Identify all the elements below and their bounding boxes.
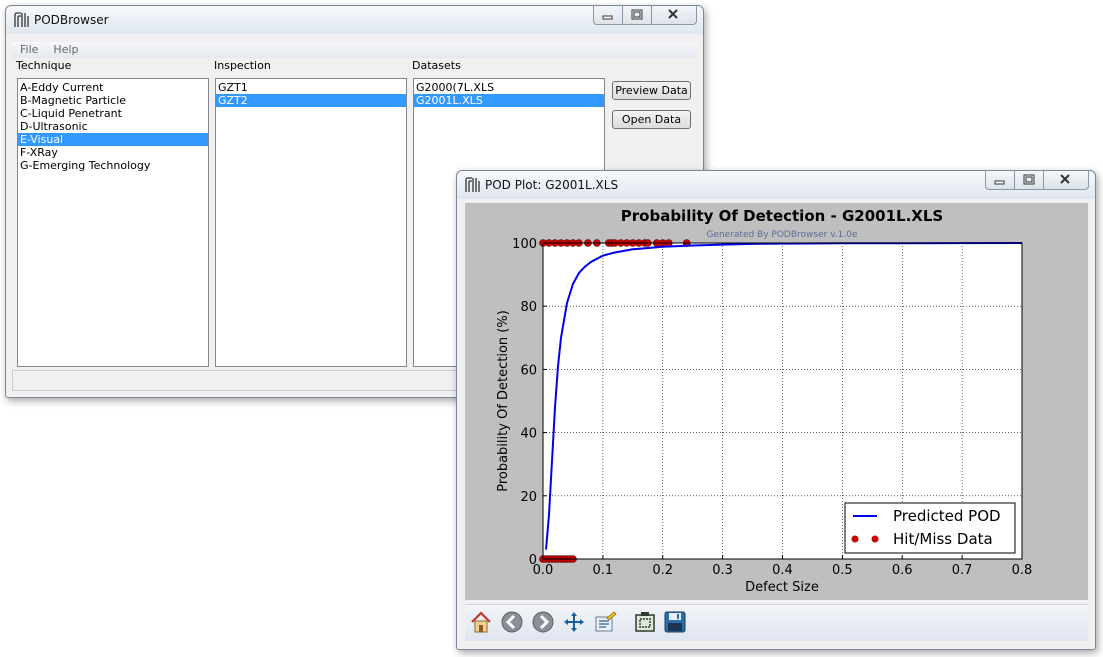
plot-canvas[interactable]: Probability Of Detection - G2001L.XLS Ge… bbox=[465, 203, 1088, 600]
x-tick-label: 0.4 bbox=[772, 563, 793, 578]
pod-plot-window: POD Plot: G2001L.XLS Probability Of Dete… bbox=[456, 170, 1096, 650]
open-data-button[interactable]: Open Data bbox=[612, 110, 691, 129]
restore-icon bbox=[1023, 174, 1035, 185]
plot-toolbar bbox=[465, 604, 1088, 641]
x-tick-label: 0.1 bbox=[593, 563, 614, 578]
technique-item-selected[interactable]: E-Visual bbox=[18, 133, 208, 146]
back-icon[interactable] bbox=[500, 610, 524, 634]
forward-icon[interactable] bbox=[531, 610, 555, 634]
app-logo-icon bbox=[14, 12, 29, 27]
technique-item[interactable]: G-Emerging Technology bbox=[18, 159, 208, 172]
restore-button[interactable] bbox=[623, 6, 652, 25]
x-tick-label: 0.6 bbox=[892, 563, 913, 578]
y-tick-label: 80 bbox=[520, 300, 537, 315]
dataset-item-selected[interactable]: G2001L.XLS bbox=[414, 94, 604, 107]
window-title: PODBrowser bbox=[34, 13, 109, 27]
x-tick-label: 0.3 bbox=[712, 563, 733, 578]
technique-item[interactable]: A-Eddy Current bbox=[18, 81, 208, 94]
close-button[interactable] bbox=[1044, 171, 1089, 190]
x-tick-label: 0.8 bbox=[1012, 563, 1033, 578]
technique-list[interactable]: A-Eddy Current B-Magnetic Particle C-Liq… bbox=[17, 78, 209, 367]
technique-item[interactable]: C-Liquid Penetrant bbox=[18, 107, 208, 120]
technique-label: Technique bbox=[16, 59, 72, 72]
y-tick-label: 20 bbox=[520, 490, 537, 505]
minimize-icon bbox=[602, 15, 613, 20]
chart-subtitle: Generated By PODBrowser v.1.0e bbox=[706, 230, 858, 240]
app-logo-icon bbox=[465, 177, 480, 192]
zoom-rect-icon[interactable] bbox=[633, 610, 657, 634]
legend-predicted-pod: Predicted POD bbox=[893, 507, 1001, 525]
subplot-config-icon[interactable] bbox=[593, 610, 617, 634]
legend-dot-swatch bbox=[871, 535, 879, 543]
y-tick-label: 100 bbox=[512, 237, 537, 252]
technique-item[interactable]: B-Magnetic Particle bbox=[18, 94, 208, 107]
menu-bar: File Help bbox=[12, 42, 697, 58]
restore-icon bbox=[631, 9, 643, 20]
minimize-icon bbox=[994, 180, 1005, 185]
legend: Predicted POD Hit/Miss Data bbox=[844, 502, 1016, 554]
plot-title-bar[interactable]: POD Plot: G2001L.XLS bbox=[457, 171, 1095, 199]
menu-file[interactable]: File bbox=[12, 42, 45, 56]
y-tick-label: 60 bbox=[520, 363, 537, 378]
legend-hit-miss: Hit/Miss Data bbox=[893, 530, 993, 548]
y-tick-label: 0 bbox=[529, 553, 537, 568]
close-icon bbox=[1060, 174, 1070, 184]
pod-chart: Probability Of Detection - G2001L.XLS Ge… bbox=[496, 207, 1033, 595]
plot-window-title: POD Plot: G2001L.XLS bbox=[485, 178, 619, 192]
close-icon bbox=[668, 9, 678, 19]
menu-help[interactable]: Help bbox=[45, 42, 85, 56]
x-tick-label: 0.2 bbox=[652, 563, 673, 578]
minimize-button[interactable] bbox=[593, 6, 623, 25]
y-tick-label: 40 bbox=[520, 427, 537, 442]
x-tick-label: 0.7 bbox=[952, 563, 973, 578]
save-icon[interactable] bbox=[663, 610, 687, 634]
inspection-list[interactable]: GZT1 GZT2 bbox=[215, 78, 407, 367]
minimize-button[interactable] bbox=[985, 171, 1015, 190]
restore-button[interactable] bbox=[1015, 171, 1044, 190]
inspection-label: Inspection bbox=[214, 59, 271, 72]
technique-item[interactable]: F-XRay bbox=[18, 146, 208, 159]
x-axis-label: Defect Size bbox=[745, 580, 819, 595]
title-bar[interactable]: PODBrowser bbox=[6, 6, 703, 34]
y-axis-ticks: 0 20 40 60 80 100 bbox=[512, 237, 547, 568]
datasets-label: Datasets bbox=[412, 59, 461, 72]
preview-data-button[interactable]: Preview Data bbox=[612, 81, 691, 100]
technique-item[interactable]: D-Ultrasonic bbox=[18, 120, 208, 133]
chart-title: Probability Of Detection - G2001L.XLS bbox=[621, 207, 943, 225]
close-button[interactable] bbox=[652, 6, 697, 25]
x-tick-label: 0.5 bbox=[832, 563, 853, 578]
legend-dot-swatch bbox=[851, 535, 859, 543]
home-icon[interactable] bbox=[469, 610, 493, 634]
dataset-item[interactable]: G2000(7L.XLS bbox=[414, 81, 604, 94]
inspection-item-selected[interactable]: GZT2 bbox=[216, 94, 406, 107]
y-axis-label: Probability Of Detection (%) bbox=[496, 310, 511, 492]
inspection-item[interactable]: GZT1 bbox=[216, 81, 406, 94]
pan-icon[interactable] bbox=[562, 610, 586, 634]
